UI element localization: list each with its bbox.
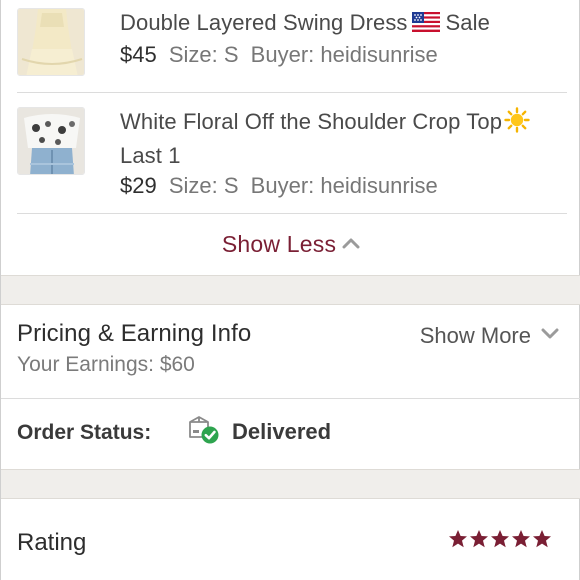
pricing-section: Pricing & Earning Info Your Earnings: $6… [1,305,580,398]
delivered-box-icon [187,415,221,452]
section-separator [1,275,580,305]
pricing-title: Pricing & Earning Info [17,320,252,347]
item-thumbnail[interactable] [17,8,85,76]
order-details-panel: Double Layered Swing Dress Sale $45 Size… [0,0,580,580]
item-buyer[interactable]: Buyer: heidisunrise [251,42,438,67]
item-buyer[interactable]: Buyer: heidisunrise [251,173,438,198]
item-price: $29 [120,173,157,198]
item-size: Size: S [168,42,239,67]
item-title[interactable]: Double Layered Swing Dress [120,10,408,35]
rating-stars [448,529,553,549]
show-less-label: Show Less [221,231,337,257]
earnings-value: Your Earnings: $60 [17,353,195,376]
chevron-down-icon [541,327,559,345]
item-stock-note: Last 1 [120,143,181,168]
order-status-value: Delivered [232,419,332,444]
us-flag-icon [411,10,440,40]
section-separator [1,469,580,499]
star-icon [448,529,468,549]
star-icon [469,529,489,549]
order-status-label: Order Status: [17,421,152,444]
item-size: Size: S [168,173,239,198]
item-price: $45 [120,42,157,67]
rating-label: Rating [17,529,87,556]
rating-section: Rating [1,499,580,580]
item-thumbnail[interactable] [17,107,85,175]
show-less-button[interactable]: Show Less [1,214,580,275]
show-more-label: Show More [419,323,531,348]
show-more-button[interactable]: Show More [420,323,559,349]
order-item[interactable]: White Floral Off the Shoulder Crop Top L… [1,93,580,213]
order-status-section: Order Status: Delivered [1,399,580,469]
item-title[interactable]: White Floral Off the Shoulder Crop Top [120,109,502,134]
sun-icon [504,107,530,141]
order-item[interactable]: Double Layered Swing Dress Sale $45 Size… [1,0,580,92]
item-title-suffix: Sale [445,10,490,35]
chevron-up-icon [342,236,360,254]
star-icon [511,529,531,549]
star-icon [532,529,552,549]
star-icon [490,529,510,549]
